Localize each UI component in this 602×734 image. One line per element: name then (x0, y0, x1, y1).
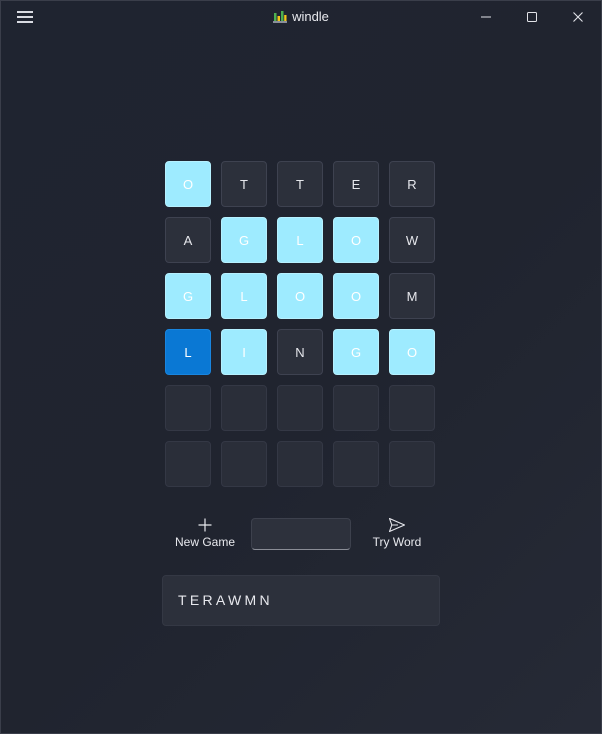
new-game-button[interactable]: New Game (172, 513, 238, 549)
word-input[interactable] (251, 518, 351, 550)
letter-tile: N (277, 329, 323, 375)
letter-tile: O (277, 273, 323, 319)
letter-tile: E (333, 161, 379, 207)
new-game-label: New Game (174, 535, 236, 549)
letter-tile: L (277, 217, 323, 263)
close-button[interactable] (555, 0, 601, 34)
title-bar: windle (0, 0, 602, 34)
letter-tile: O (165, 161, 211, 207)
send-icon (388, 517, 406, 533)
empty-tile (389, 385, 435, 431)
excluded-letters-panel: TERAWMN (162, 575, 440, 626)
empty-tile (221, 385, 267, 431)
letter-tile: T (277, 161, 323, 207)
plus-icon (198, 518, 212, 532)
empty-tile (277, 441, 323, 487)
empty-tile (165, 441, 211, 487)
empty-tile (389, 441, 435, 487)
letter-tile: I (221, 329, 267, 375)
letter-tile: O (333, 273, 379, 319)
letter-tile: O (389, 329, 435, 375)
letter-tile: O (333, 217, 379, 263)
letter-tile: W (389, 217, 435, 263)
letter-tile: L (221, 273, 267, 319)
letter-tile: G (333, 329, 379, 375)
letter-tile: L (165, 329, 211, 375)
letter-tile: G (221, 217, 267, 263)
empty-tile (277, 385, 323, 431)
letter-tile: M (389, 273, 435, 319)
letter-tile: G (165, 273, 211, 319)
empty-tile (165, 385, 211, 431)
empty-tile (221, 441, 267, 487)
maximize-icon (527, 12, 537, 22)
letter-tile: A (165, 217, 211, 263)
minimize-button[interactable] (463, 0, 509, 34)
try-word-button[interactable]: Try Word (368, 513, 426, 549)
try-word-label: Try Word (372, 535, 422, 549)
excluded-letters-text: TERAWMN (178, 592, 273, 608)
empty-tile (333, 441, 379, 487)
letter-tile: R (389, 161, 435, 207)
close-icon (573, 12, 583, 22)
minimize-icon (481, 16, 491, 18)
bar-chart-logo-icon (273, 9, 288, 26)
app-title-text: windle (292, 9, 329, 24)
empty-tile (333, 385, 379, 431)
maximize-button[interactable] (509, 0, 555, 34)
letter-tile: T (221, 161, 267, 207)
